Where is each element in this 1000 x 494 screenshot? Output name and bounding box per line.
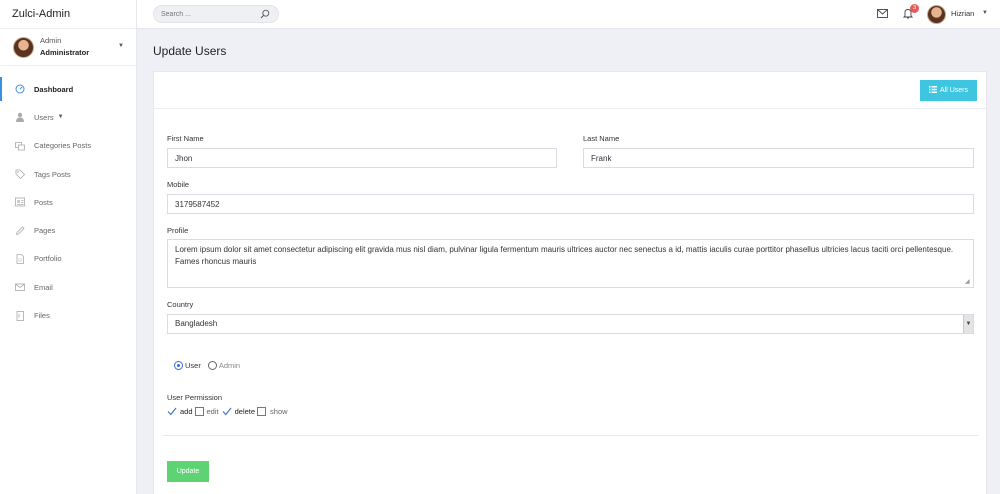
list-icon [928,86,937,95]
permission-group: add edit delete show [167,407,291,416]
document-icon [15,254,25,264]
sidebar-item-email[interactable]: Email [0,273,136,301]
envelope-icon [15,282,25,292]
file-icon [15,310,25,321]
sidebar-user-name: Admin [40,36,62,45]
update-button[interactable]: Update [167,461,209,482]
sidebar-item-label: Posts [34,197,53,207]
profile-label: Profile [167,226,189,235]
user-icon [15,112,25,123]
checkbox-delete[interactable] [222,407,232,416]
last-name-field[interactable] [583,148,974,168]
sidebar-item-label: Portfolio [34,254,62,264]
all-users-label: All Users [939,87,968,94]
permission-label: User Permission [167,393,223,402]
brand-logo[interactable]: Zulci-Admin [0,0,136,29]
sidebar-item-categories-posts[interactable]: Categories Posts [0,132,136,160]
sidebar-item-label: Pages [34,226,56,236]
role-radio-group: User Admin [174,361,240,370]
permission-show-label[interactable]: show [270,407,288,416]
profile-textarea[interactable]: Lorem ipsum dolor sit amet consectetur a… [167,239,974,288]
mobile-field[interactable] [167,194,974,214]
sidebar-item-label: Categories Posts [34,141,92,151]
sidebar-item-users[interactable]: Users ▼ [0,103,136,131]
sidebar-item-dashboard[interactable]: Dashboard [0,75,136,103]
checkbox-add[interactable] [167,407,177,416]
resize-handle-icon[interactable]: ◢ [965,278,970,285]
categories-icon [15,141,25,151]
sidebar-item-posts[interactable]: Posts [0,188,136,216]
first-name-field[interactable] [167,148,557,168]
tag-icon [15,169,25,180]
country-label: Country [167,300,194,309]
avatar[interactable] [927,5,946,24]
page-title: Update Users [153,44,227,58]
country-select[interactable]: Bangladesh ▼ [167,314,974,334]
notification-badge: 3 [910,4,919,13]
sidebar-item-label: Users [34,112,54,122]
checkmark-icon [167,407,177,416]
topbar: 3 Hizrian ▼ [137,0,1000,29]
sidebar-item-pages[interactable]: Pages [0,216,136,244]
sidebar-item-portfolio[interactable]: Portfolio [0,245,136,273]
sidebar-item-label: Dashboard [34,84,74,94]
sidebar-user-role: Administrator [40,48,90,57]
caret-down-icon: ▼ [57,114,64,121]
checkbox-show[interactable] [257,407,267,416]
permission-add-label[interactable]: add [180,407,193,416]
sidebar-item-label: Email [34,282,53,292]
role-user-label[interactable]: User [185,361,201,370]
sidebar-item-label: Files [34,311,50,321]
permission-edit-label[interactable]: edit [207,407,219,416]
posts-icon [15,197,25,207]
mobile-label: Mobile [167,180,190,189]
first-name-label: First Name [167,134,204,143]
pencil-icon [15,226,25,236]
sidebar-item-files[interactable]: Files [0,301,136,329]
checkmark-icon [222,407,232,416]
sidebar-item-label: Tags Posts [34,169,71,179]
card-header: All Users [154,72,986,109]
sidebar: Zulci-Admin Admin Administrator ▼ Dashbo… [0,0,137,494]
all-users-button[interactable]: All Users [920,80,977,101]
country-selected-value: Bangladesh [175,319,218,328]
sidebar-item-tags-posts[interactable]: Tags Posts [0,160,136,188]
chevron-down-icon[interactable]: ▼ [963,315,973,333]
caret-down-icon[interactable]: ▼ [982,10,988,16]
checkbox-edit[interactable] [194,407,204,416]
notifications-button[interactable]: 3 [902,4,919,21]
divider [163,435,978,436]
last-name-label: Last Name [583,134,620,143]
search-box [153,5,279,23]
search-input[interactable] [154,6,250,22]
role-radio-admin[interactable] [207,361,217,370]
bell-icon [902,9,914,21]
permission-delete-label[interactable]: delete [235,407,255,416]
role-radio-user[interactable] [174,361,183,370]
caret-down-icon[interactable]: ▼ [118,43,124,49]
sidebar-user-menu[interactable]: Admin Administrator ▼ [0,29,136,66]
search-icon[interactable] [260,9,270,21]
avatar [13,36,34,58]
role-admin-label[interactable]: Admin [219,361,240,370]
envelope-icon[interactable] [877,9,888,20]
topbar-username[interactable]: Hizrian [951,9,974,18]
dashboard-icon [15,84,25,94]
sidebar-nav: Dashboard Users ▼ Categories Posts Tags … [0,75,136,330]
update-user-card: All Users First Name Last Name Mobile Pr… [153,71,987,494]
